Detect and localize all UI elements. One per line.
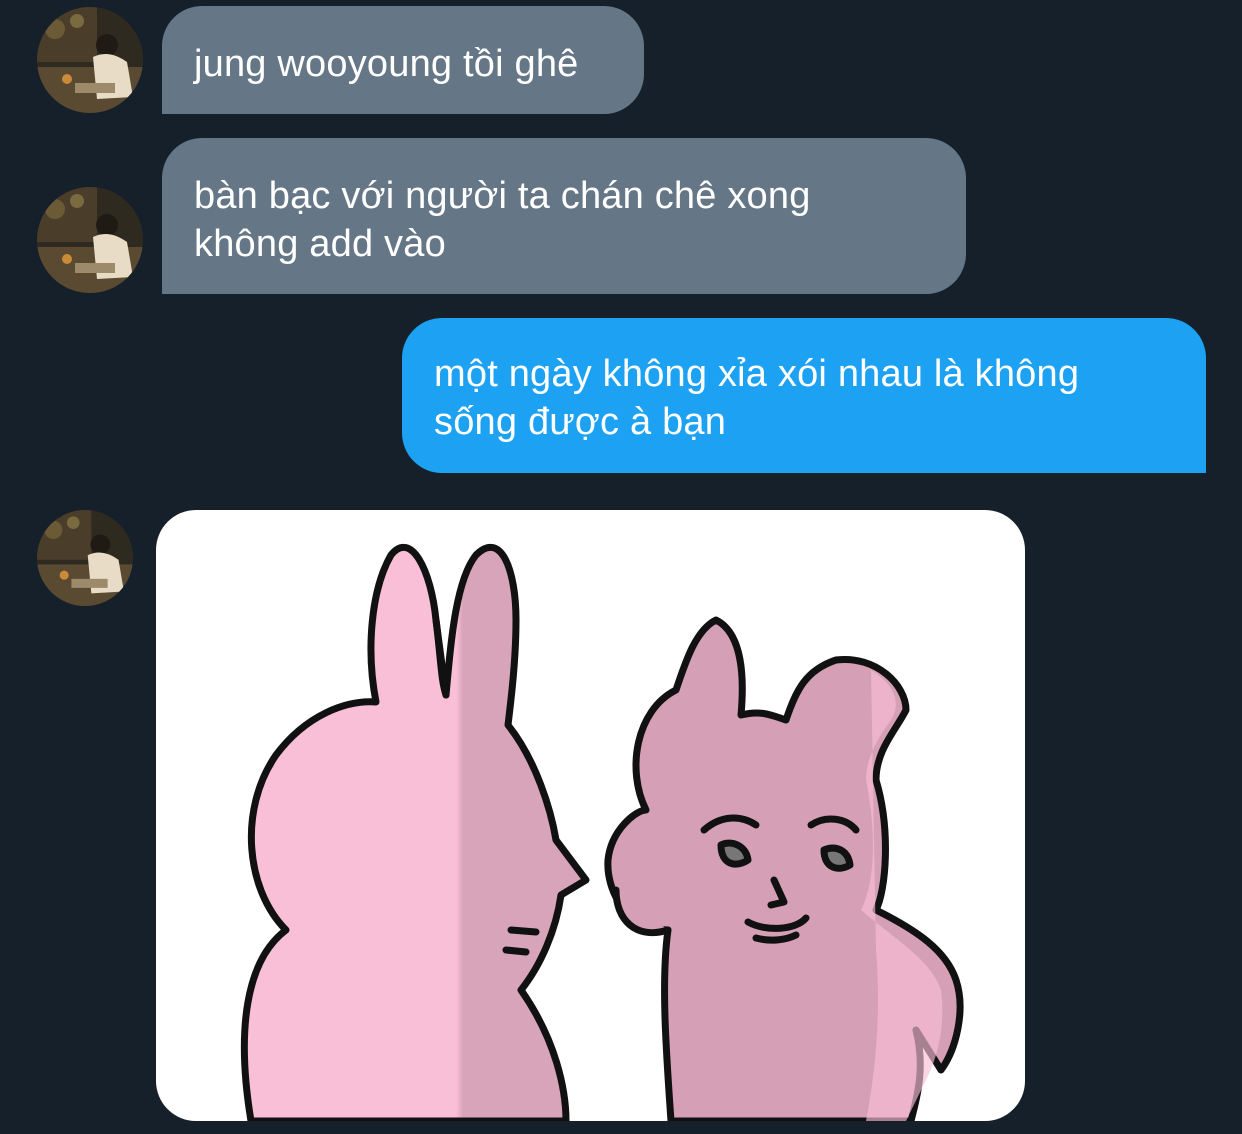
sender-avatar[interactable]	[37, 7, 143, 113]
left-bunny	[240, 544, 590, 1121]
message-text-line: không add vào	[194, 223, 446, 265]
message-text-line: một ngày không xỉa xói nhau là không	[434, 353, 1080, 395]
sticker-image[interactable]	[156, 510, 1025, 1121]
message-text-line: sống được à bạn	[434, 401, 727, 443]
right-bunny	[604, 616, 964, 1121]
sender-avatar[interactable]	[37, 187, 143, 293]
message-text-line: bàn bạc với người ta chán chê xong	[194, 175, 811, 217]
dm-conversation: jung wooyoung tồi ghê bàn bạc với người …	[0, 0, 1242, 1134]
message-text: jung wooyoung tồi ghê	[194, 43, 579, 85]
sender-avatar[interactable]	[37, 510, 133, 606]
outgoing-message-bubble[interactable]: một ngày không xỉa xói nhau là không sốn…	[402, 318, 1206, 473]
incoming-message-bubble[interactable]: jung wooyoung tồi ghê	[162, 6, 644, 114]
incoming-message-bubble[interactable]: bàn bạc với người ta chán chê xong không…	[162, 138, 966, 294]
